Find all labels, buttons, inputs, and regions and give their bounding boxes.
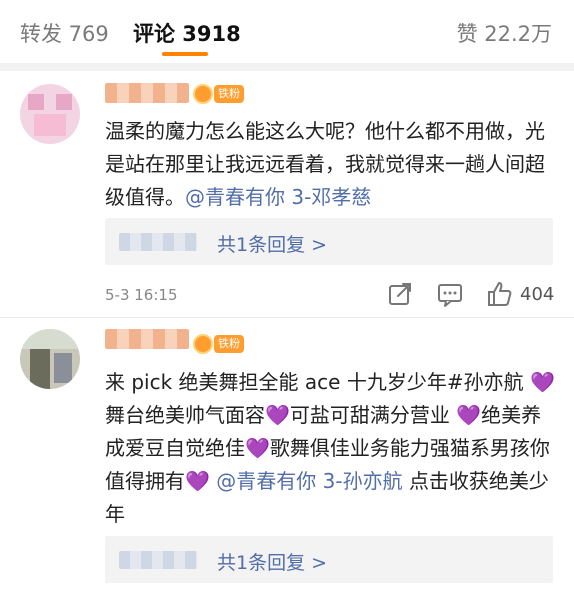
share-icon[interactable] <box>386 280 414 308</box>
comment-item: 铁粉 温柔的魔力怎么能这么大呢？他什么都不用做，光是站在那里让我远远看着，我就觉… <box>0 71 574 317</box>
fan-badge-label: 铁粉 <box>214 85 244 103</box>
comment-segment: 来 pick 绝美舞担全能 ace 十九岁少年#孙亦航 <box>105 370 524 394</box>
reply-preview[interactable]: 共1条回复 > <box>105 536 553 583</box>
username-blurred[interactable] <box>105 83 189 103</box>
tab-reposts[interactable]: 转发 769 <box>20 18 109 48</box>
mention-link[interactable]: @青春有你 3-邓孝慈 <box>185 185 371 209</box>
comment-segment: 舞台绝美帅气面容 <box>105 403 265 427</box>
fan-badge-icon <box>193 334 213 354</box>
fan-badge-label: 铁粉 <box>214 335 244 353</box>
avatar[interactable] <box>20 329 80 389</box>
section-divider <box>0 63 574 71</box>
comment-item: 铁粉 来 pick 绝美舞担全能 ace 十九岁少年#孙亦航 💜舞台绝美帅气面容… <box>0 317 574 592</box>
tab-comments[interactable]: 评论 3918 <box>133 18 241 48</box>
purple-heart-icon: 💜 <box>529 370 555 394</box>
purple-heart-icon: 💜 <box>245 436 270 460</box>
tab-likes[interactable]: 赞 22.2万 <box>457 18 552 48</box>
fan-badge: 铁粉 <box>193 83 244 105</box>
username-blurred[interactable] <box>105 329 189 349</box>
active-tab-indicator <box>162 52 208 56</box>
comment-segment: 可盐可甜满分营业 <box>289 403 450 427</box>
purple-heart-icon: 💜 <box>265 403 290 427</box>
view-replies-link[interactable]: 共1条回复 > <box>217 548 327 575</box>
fan-badge: 铁粉 <box>193 333 244 355</box>
avatar[interactable] <box>20 84 80 144</box>
comment-tabs: 转发 769 评论 3918 赞 22.2万 <box>0 0 574 62</box>
like-count: 404 <box>520 284 555 305</box>
purple-heart-icon: 💜 <box>185 469 210 493</box>
purple-heart-icon: 💜 <box>456 403 482 427</box>
like-icon[interactable] <box>486 280 514 308</box>
reply-preview[interactable]: 共1条回复 > <box>105 218 553 265</box>
comment-text: 温柔的魔力怎么能这么大呢？他什么都不用做，光是站在那里让我远远看着，我就觉得来一… <box>105 115 560 214</box>
replier-name-blurred <box>119 551 197 569</box>
fan-badge-icon <box>193 84 213 104</box>
view-replies-link[interactable]: 共1条回复 > <box>217 230 327 257</box>
replier-name-blurred <box>119 233 197 251</box>
mention-link[interactable]: @青春有你 3-孙亦航 <box>216 469 402 493</box>
comment-timestamp: 5-3 16:15 <box>105 286 178 304</box>
comment-icon[interactable] <box>436 280 464 308</box>
comment-text: 来 pick 绝美舞担全能 ace 十九岁少年#孙亦航 💜舞台绝美帅气面容💜可盐… <box>105 366 560 531</box>
